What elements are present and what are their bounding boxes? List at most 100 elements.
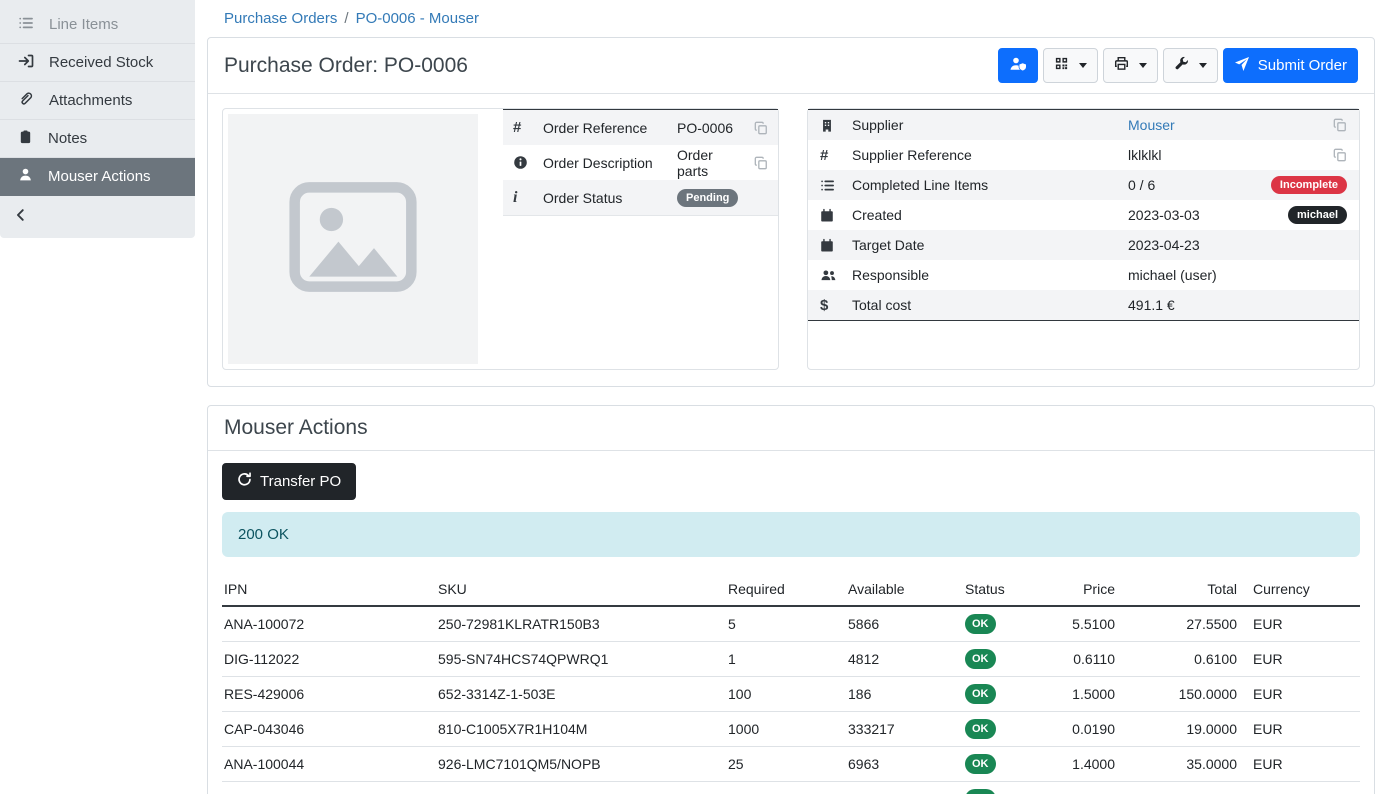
transfer-po-button[interactable]: Transfer PO: [222, 463, 356, 500]
app: Line Items Received Stock Attachments No…: [0, 0, 1383, 794]
copy-icon[interactable]: [754, 121, 768, 135]
ok-badge: OK: [965, 789, 996, 794]
breadcrumb: Purchase Orders/PO-0006 - Mouser: [207, 6, 1375, 37]
list-icon: [18, 15, 34, 35]
cell-ipn: CAP-043046: [222, 712, 430, 747]
cell-price: 1.4000: [1057, 747, 1123, 782]
detail-row-responsible: Responsible michael (user): [808, 260, 1359, 290]
part-thumbnail[interactable]: [228, 114, 478, 364]
ok-badge: OK: [965, 719, 996, 739]
cell-ipn: RES-429006: [222, 677, 430, 712]
wrench-icon: [1174, 56, 1189, 75]
users-icon: [820, 268, 852, 282]
detail-row-supplier-reference: # Supplier Reference lklklkl: [808, 140, 1359, 170]
detail-label: Supplier Reference: [852, 147, 1128, 163]
sidebar-item-mouser-actions[interactable]: Mouser Actions: [0, 158, 195, 196]
cell-ipn: DIG-112022: [222, 642, 430, 677]
mouser-parts-table: IPN SKU Required Available Status Price …: [222, 573, 1360, 794]
cell-currency: EUR: [1245, 677, 1360, 712]
detail-label: Supplier: [852, 117, 1128, 133]
sidebar-item-label: Line Items: [49, 16, 118, 33]
breadcrumb-current-order[interactable]: PO-0006 - Mouser: [356, 10, 479, 27]
col-status: Status: [957, 573, 1057, 606]
purchase-order-body: # Order Reference PO-0006: [208, 94, 1374, 386]
cell-currency: EUR: [1245, 712, 1360, 747]
order-actions-button[interactable]: [1163, 48, 1218, 83]
purchase-order-card: Purchase Order: PO-0006: [207, 37, 1375, 387]
image-placeholder-icon: [283, 167, 423, 312]
print-actions-button[interactable]: [1103, 48, 1158, 83]
detail-value: lklklkl: [1128, 147, 1333, 163]
detail-label: Order Status: [543, 190, 677, 206]
cell-currency: EUR: [1245, 642, 1360, 677]
detail-row-order-status: i Order Status Pending: [503, 180, 778, 215]
dollar-icon: $: [820, 297, 852, 314]
order-toolbar: Submit Order: [998, 48, 1358, 83]
paper-plane-icon: [1234, 56, 1250, 76]
refresh-icon: [237, 472, 252, 491]
copy-icon[interactable]: [754, 156, 768, 170]
detail-label: Total cost: [852, 297, 1128, 313]
chevron-down-icon: [1199, 63, 1207, 68]
supplier-details-table: Supplier Mouser # Supplier Reference lkl…: [808, 109, 1359, 321]
detail-row-created: Created 2023-03-03 michael: [808, 200, 1359, 230]
cell-sku: 652-3314Z-1-503E: [430, 677, 720, 712]
cell-sku: 926-LMC7101QM5/NOPB: [430, 747, 720, 782]
sidebar-item-notes[interactable]: Notes: [0, 120, 195, 158]
detail-row-completed-line-items: Completed Line Items 0 / 6 Incomplete: [808, 170, 1359, 200]
detail-value: 2023-04-23: [1128, 237, 1347, 253]
page-title: Purchase Order: PO-0006: [224, 54, 468, 78]
ok-badge: OK: [965, 684, 996, 704]
purchase-order-header: Purchase Order: PO-0006: [208, 38, 1374, 94]
detail-value: 2023-03-03: [1128, 207, 1288, 223]
sidebar-item-received-stock[interactable]: Received Stock: [0, 44, 195, 82]
user-shield-button[interactable]: [998, 48, 1038, 83]
submit-order-button[interactable]: Submit Order: [1223, 48, 1358, 83]
ok-badge: OK: [965, 754, 996, 774]
cell-available: 333217: [840, 712, 957, 747]
sidebar-collapse-button[interactable]: [0, 196, 195, 238]
cell-required: 1: [720, 642, 840, 677]
supplier-link[interactable]: Mouser: [1128, 117, 1333, 133]
col-sku: SKU: [430, 573, 720, 606]
panel-header: Mouser Actions: [208, 406, 1374, 451]
barcode-actions-button[interactable]: [1043, 48, 1098, 83]
cell-total: 27.5500: [1123, 606, 1245, 642]
cell-price: 0.6110: [1057, 642, 1123, 677]
cell-currency: EUR: [1245, 782, 1360, 794]
supplier-details-card: Supplier Mouser # Supplier Reference lkl…: [807, 108, 1360, 370]
col-total: Total: [1123, 573, 1245, 606]
note-icon: [18, 129, 33, 149]
chevron-left-icon: [14, 208, 28, 227]
sidebar-item-label: Received Stock: [49, 54, 153, 71]
detail-value: PO-0006: [677, 120, 744, 136]
detail-row-supplier: Supplier Mouser: [808, 110, 1359, 140]
submit-order-label: Submit Order: [1258, 57, 1347, 74]
cell-required: 47: [720, 782, 840, 794]
user-shield-icon: [1009, 56, 1027, 76]
cell-price: 0.0190: [1057, 712, 1123, 747]
detail-value: 0 / 6: [1128, 177, 1271, 193]
cell-required: 100: [720, 677, 840, 712]
copy-icon[interactable]: [1333, 118, 1347, 132]
col-ipn: IPN: [222, 573, 430, 606]
paperclip-icon: [18, 91, 34, 111]
cell-price: 5.5100: [1057, 606, 1123, 642]
sidebar-item-line-items[interactable]: Line Items: [0, 6, 195, 44]
cell-status: OK: [957, 712, 1057, 747]
sidebar-item-attachments[interactable]: Attachments: [0, 82, 195, 120]
cell-total: 35.0000: [1123, 747, 1245, 782]
info-icon: i: [513, 189, 543, 207]
detail-value: michael (user): [1128, 267, 1347, 283]
copy-icon[interactable]: [1333, 148, 1347, 162]
status-alert: 200 OK: [222, 512, 1360, 557]
breadcrumb-purchase-orders[interactable]: Purchase Orders: [224, 10, 337, 27]
cell-status: OK: [957, 782, 1057, 794]
cell-total: 0.6100: [1123, 642, 1245, 677]
cell-required: 5: [720, 606, 840, 642]
detail-label: Order Reference: [543, 120, 677, 136]
calendar-icon: [820, 238, 852, 253]
detail-row-target-date: Target Date 2023-04-23: [808, 230, 1359, 260]
detail-value: Order parts: [677, 147, 744, 179]
sidebar: Line Items Received Stock Attachments No…: [0, 0, 195, 238]
